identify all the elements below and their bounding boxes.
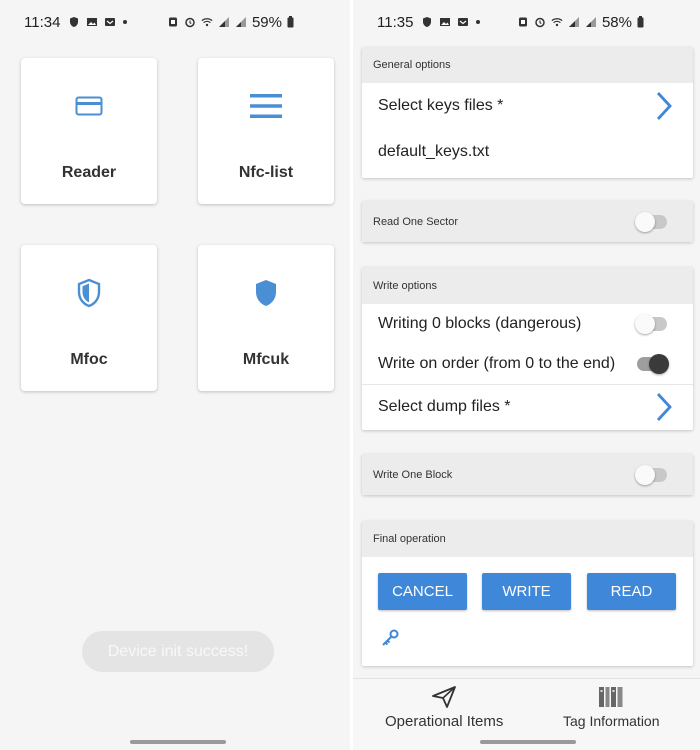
chevron-right-icon[interactable] — [655, 392, 673, 422]
cancel-button[interactable]: CANCEL — [378, 573, 467, 610]
write-button[interactable]: WRITE — [482, 573, 571, 610]
general-options-card: General options Select keys files * defa… — [362, 47, 693, 178]
toast-message: Device init success! — [82, 631, 274, 672]
card-icon — [75, 96, 103, 116]
writing-zero-row[interactable]: Writing 0 blocks (dangerous) — [362, 304, 693, 344]
signal-status-icon — [218, 17, 229, 27]
write-one-block-toggle[interactable] — [635, 465, 667, 485]
nav-operational-label: Operational Items — [385, 713, 504, 730]
select-keys-label: Select keys files * — [378, 97, 504, 114]
battery-icon — [637, 16, 644, 28]
tile-label: Mfcuk — [242, 351, 290, 368]
select-keys-row[interactable]: Select keys files * — [362, 83, 693, 129]
dot-status-icon — [476, 20, 481, 24]
write-one-block-card: Write One Block — [362, 454, 693, 495]
write-options-card: Write options Writing 0 blocks (dangerou… — [362, 267, 693, 430]
section-header: General options — [362, 47, 693, 83]
keys-file-name: default_keys.txt — [378, 143, 490, 160]
wifi-status-icon — [551, 18, 563, 27]
menu-icon — [250, 94, 282, 118]
select-dump-label: Select dump files * — [378, 397, 511, 415]
shield-icon — [256, 280, 276, 306]
signal2-status-icon — [585, 17, 596, 27]
gallery-status-icon — [87, 18, 98, 26]
shield-status-icon — [423, 17, 432, 27]
write-order-label: Write on order (from 0 to the end) — [378, 355, 616, 372]
nfc-status-icon — [168, 17, 177, 27]
status-bar: 11:35 58% — [353, 0, 700, 44]
tile-mfoc[interactable]: Mfoc — [21, 245, 157, 391]
wifi-status-icon — [201, 18, 213, 27]
write-order-row[interactable]: Write on order (from 0 to the end) — [362, 344, 693, 384]
dot-status-icon — [123, 20, 128, 24]
status-time: 11:35 — [377, 13, 414, 31]
bottom-navigation: Operational Items Tag Information — [353, 678, 700, 750]
tile-label: Nfc-list — [238, 164, 294, 181]
battery-percent: 58% — [601, 13, 632, 31]
right-phone-screen: 11:35 58% General options Select keys fi… — [353, 0, 700, 750]
key-icon[interactable] — [380, 628, 400, 648]
chevron-right-icon[interactable] — [655, 91, 673, 121]
tile-reader[interactable]: Reader — [21, 58, 157, 204]
writing-zero-toggle[interactable] — [635, 314, 667, 334]
mail-status-icon — [458, 18, 469, 26]
books-icon — [599, 687, 623, 707]
tile-mfcuk[interactable]: Mfcuk — [198, 245, 334, 391]
home-indicator[interactable] — [130, 740, 226, 744]
final-operation-card: Final operation CANCEL WRITE READ — [362, 521, 693, 666]
writing-zero-label: Writing 0 blocks (dangerous) — [378, 315, 582, 332]
home-indicator[interactable] — [480, 740, 576, 744]
read-button[interactable]: READ — [587, 573, 676, 610]
battery-icon — [287, 16, 294, 28]
nav-tag-info-label: Tag Information — [563, 713, 660, 729]
select-dump-row[interactable]: Select dump files * — [362, 384, 693, 428]
send-icon — [432, 686, 457, 708]
gallery-status-icon — [440, 18, 451, 26]
status-bar: 11:34 59% — [0, 0, 350, 44]
signal2-status-icon — [235, 17, 246, 27]
read-one-sector-card: Read One Sector — [362, 201, 693, 242]
signal-status-icon — [568, 17, 579, 27]
left-phone-screen: 11:34 59% Reader Nfc-list Mfoc Mfcuk Dev… — [0, 0, 350, 750]
read-one-sector-toggle[interactable] — [635, 212, 667, 232]
tile-label: Mfoc — [70, 351, 108, 368]
shield-half-icon — [77, 278, 101, 308]
shield-status-icon — [70, 17, 79, 27]
battery-percent: 59% — [251, 13, 282, 31]
keys-file-row: default_keys.txt — [362, 129, 693, 175]
alarm-status-icon — [535, 17, 545, 28]
nav-operational-items[interactable]: Operational Items — [385, 685, 503, 730]
mail-status-icon — [105, 18, 116, 26]
nav-tag-information[interactable]: Tag Information — [563, 685, 660, 729]
status-time: 11:34 — [24, 13, 61, 31]
tile-label: Reader — [61, 164, 117, 181]
tile-nfc-list[interactable]: Nfc-list — [198, 58, 334, 204]
write-order-toggle[interactable] — [637, 354, 669, 374]
section-header: Final operation — [362, 521, 693, 557]
nfc-status-icon — [518, 17, 527, 27]
alarm-status-icon — [185, 17, 195, 28]
section-header: Write options — [362, 267, 693, 304]
